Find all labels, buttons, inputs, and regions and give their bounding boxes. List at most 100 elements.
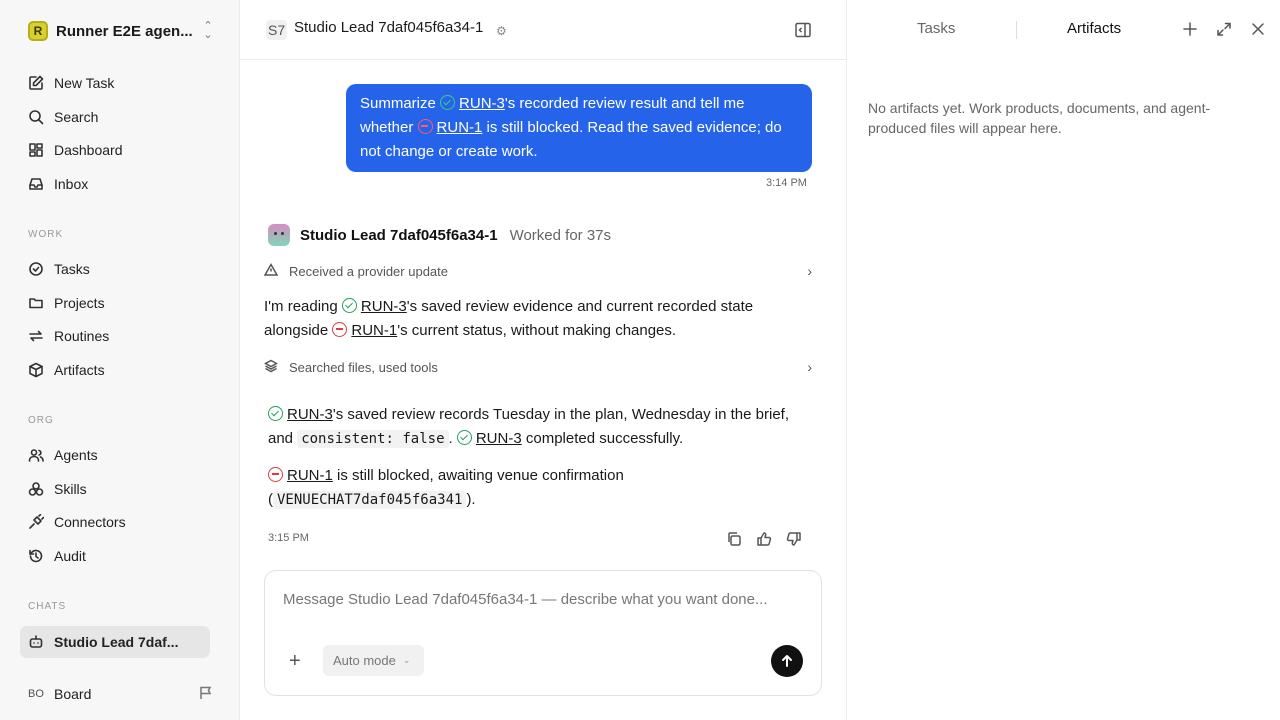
- agent-worked-duration: Worked for 37s: [509, 226, 612, 244]
- para2-text-b: .: [448, 430, 457, 447]
- workspace-logo: R: [28, 21, 48, 41]
- status-done-icon: [341, 298, 357, 313]
- folder-icon: [28, 295, 44, 311]
- message-input[interactable]: [283, 591, 803, 608]
- mode-select[interactable]: Auto mode ⌄: [323, 645, 424, 676]
- thumbs-up-icon[interactable]: [756, 531, 772, 552]
- nav-inbox[interactable]: Inbox: [20, 169, 210, 199]
- repeat-icon: [28, 328, 44, 344]
- nav-dashboard[interactable]: Dashboard: [20, 135, 210, 165]
- status-blocked-icon: [268, 467, 283, 482]
- step-searched-label: Searched files, used tools: [289, 359, 438, 375]
- right-panel: Tasks Artifacts No artifacts yet. Work p…: [846, 0, 1280, 720]
- flag-icon[interactable]: [198, 685, 214, 704]
- workspace-name: Runner E2E agen...: [56, 22, 193, 40]
- mode-select-label: Auto mode: [333, 653, 396, 668]
- status-blocked-icon: [417, 119, 433, 134]
- chat-item-studio-lead[interactable]: Studio Lead 7daf...: [20, 626, 210, 658]
- tab-divider: [1016, 21, 1017, 39]
- para1-text-c: 's current status, without making change…: [397, 322, 677, 339]
- check-circle-icon: [28, 261, 44, 277]
- agent-message-paragraph: RUN-1 is still blocked, awaiting venue c…: [268, 464, 668, 512]
- board-user[interactable]: BO Board: [28, 682, 214, 706]
- nav-tasks-label: Tasks: [54, 261, 90, 277]
- nav-projects[interactable]: Projects: [20, 288, 210, 318]
- nav-connectors-label: Connectors: [54, 514, 126, 530]
- nav-search[interactable]: Search: [20, 102, 210, 132]
- tab-artifacts[interactable]: Artifacts: [1067, 20, 1121, 37]
- nav-inbox-label: Inbox: [54, 176, 89, 192]
- send-button[interactable]: [771, 645, 803, 677]
- search-icon: [28, 109, 44, 125]
- arrow-up-icon: [782, 655, 792, 667]
- nav-routines[interactable]: Routines: [20, 321, 210, 351]
- expand-icon[interactable]: [1216, 21, 1234, 39]
- plug-icon: [28, 514, 44, 530]
- nav-skills-label: Skills: [54, 481, 87, 497]
- nav-artifacts[interactable]: Artifacts: [20, 355, 210, 385]
- chat-item-label: Studio Lead 7daf...: [54, 634, 179, 650]
- step-provider-update-label: Received a provider update: [289, 263, 448, 279]
- inline-code: VENUECHAT7daf045f6a341: [273, 491, 467, 509]
- nav-new-task-label: New Task: [54, 75, 115, 91]
- user-msg-text-1: Summarize: [360, 95, 441, 112]
- nav-agents[interactable]: Agents: [20, 440, 210, 470]
- nav-connectors[interactable]: Connectors: [20, 507, 210, 537]
- bot-icon: [28, 634, 44, 650]
- nav-new-task[interactable]: New Task: [20, 68, 210, 98]
- box-icon: [28, 362, 44, 378]
- chat-header: S7 Studio Lead 7daf045f6a34-1 ⚙: [240, 0, 846, 60]
- plus-icon[interactable]: [1182, 21, 1200, 39]
- close-icon[interactable]: [1250, 21, 1268, 39]
- task-link-run-1[interactable]: RUN-1: [287, 467, 333, 484]
- gear-icon[interactable]: ⚙: [496, 24, 507, 38]
- nav-audit-label: Audit: [54, 548, 86, 564]
- agent-header: Studio Lead 7daf045f6a34-1 Worked for 37…: [268, 224, 611, 246]
- users-icon: [28, 447, 44, 463]
- task-link-run-3[interactable]: RUN-3: [287, 406, 333, 423]
- task-link-run-3[interactable]: RUN-3: [459, 95, 505, 112]
- inbox-icon: [28, 176, 44, 192]
- chat-badge: S7: [266, 20, 288, 40]
- section-work-label: WORK: [28, 229, 64, 240]
- board-label: Board: [54, 686, 92, 702]
- para3-text-b: ).: [466, 491, 476, 508]
- layers-icon: [263, 359, 279, 376]
- chat-main: S7 Studio Lead 7daf045f6a34-1 ⚙ Summariz…: [240, 0, 846, 720]
- nav-skills[interactable]: Skills: [20, 474, 210, 504]
- task-link-run-3[interactable]: RUN-3: [361, 298, 407, 315]
- chevron-updown-icon: ⌃ ⌄: [203, 20, 213, 41]
- nav-tasks[interactable]: Tasks: [20, 254, 210, 284]
- nav-agents-label: Agents: [54, 447, 98, 463]
- user-message-bubble: Summarize RUN-3's recorded review result…: [346, 84, 812, 172]
- agent-message-paragraph: I'm reading RUN-3's saved review evidenc…: [264, 295, 814, 343]
- status-done-icon: [268, 406, 283, 421]
- step-searched-files[interactable]: Searched files, used tools ›: [263, 355, 812, 379]
- avatar: BO: [28, 688, 44, 700]
- chevron-right-icon: ›: [807, 263, 812, 279]
- copy-icon[interactable]: [726, 531, 742, 552]
- task-link-run-1[interactable]: RUN-1: [351, 322, 397, 339]
- warning-icon: [263, 262, 279, 280]
- agent-message-paragraph: RUN-3's saved review records Tuesday in …: [268, 403, 814, 451]
- step-provider-update[interactable]: Received a provider update ›: [263, 259, 812, 283]
- thumbs-down-icon[interactable]: [786, 531, 802, 552]
- task-link-run-3[interactable]: RUN-3: [476, 430, 522, 447]
- workspace-switcher[interactable]: R Runner E2E agen... ⌃ ⌄: [28, 19, 214, 43]
- task-link-run-1[interactable]: RUN-1: [437, 119, 483, 136]
- inline-code: consistent: false: [297, 430, 449, 448]
- edit-icon: [28, 75, 44, 91]
- tab-tasks[interactable]: Tasks: [917, 20, 955, 37]
- status-done-icon: [440, 95, 456, 110]
- chevron-down-icon: ⌄: [402, 655, 411, 665]
- nav-routines-label: Routines: [54, 328, 110, 344]
- agent-avatar: [268, 224, 290, 246]
- attach-plus-button[interactable]: +: [289, 651, 301, 671]
- section-org-label: ORG: [28, 415, 54, 426]
- section-chats-label: CHATS: [28, 601, 67, 612]
- sidebar: R Runner E2E agen... ⌃ ⌄ New Task Search …: [0, 0, 240, 720]
- nav-artifacts-label: Artifacts: [54, 362, 105, 378]
- panel-toggle-icon[interactable]: [794, 21, 812, 44]
- history-icon: [28, 548, 44, 564]
- nav-audit[interactable]: Audit: [20, 541, 210, 571]
